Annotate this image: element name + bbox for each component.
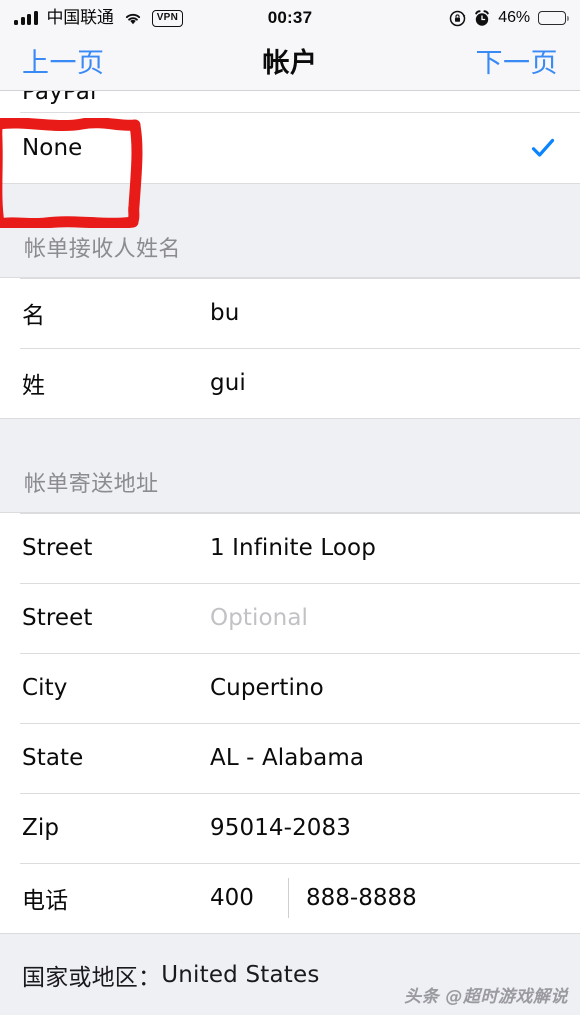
status-bar: 中国联通 VPN 00:37 46% [0, 0, 580, 36]
field-row-first-name[interactable]: 名 bu [0, 278, 580, 348]
field-row-phone[interactable]: 电话 400 888-8888 [0, 863, 580, 933]
rotation-lock-icon [449, 10, 466, 27]
field-label-street-1: Street [22, 535, 93, 561]
section-header-billing-address: 帐单寄送地址 [0, 418, 580, 513]
field-value-state[interactable]: AL - Alabama [210, 745, 364, 771]
next-page-button[interactable]: 下一页 [476, 50, 559, 77]
field-row-city[interactable]: City Cupertino [0, 653, 580, 723]
iphone-screen: 中国联通 VPN 00:37 46% 上一页 帐户 下一页 PayPal Non… [0, 0, 580, 1032]
previous-page-button[interactable]: 上一页 [22, 50, 105, 77]
payment-option-paypal-row[interactable]: PayPal [0, 91, 580, 113]
payment-option-none-row[interactable]: None [0, 113, 580, 183]
field-row-zip[interactable]: Zip 95014-2083 [0, 793, 580, 863]
field-value-street-1[interactable]: 1 Infinite Loop [210, 535, 376, 561]
section-header-billing-name: 帐单接收人姓名 [0, 183, 580, 278]
field-value-first-name[interactable]: bu [210, 300, 239, 326]
battery-percent-label: 46% [498, 9, 530, 26]
field-label-zip: Zip [22, 815, 60, 841]
settings-list[interactable]: PayPal None 帐单接收人姓名 名 bu 姓 gui 帐单寄送地址 St… [0, 91, 580, 1032]
section-header-billing-address-label: 帐单寄送地址 [24, 472, 159, 497]
country-footer: 国家或地区： United States 头条 @超时游戏解说 [0, 933, 580, 1015]
phone-inputs: 400 888-8888 [210, 878, 417, 918]
battery-icon [538, 11, 569, 25]
navigation-bar: 上一页 帐户 下一页 [0, 36, 580, 91]
phone-divider [288, 878, 289, 918]
field-value-phone-number[interactable]: 888-8888 [306, 885, 417, 911]
section-header-billing-name-label: 帐单接收人姓名 [24, 237, 181, 262]
field-value-street-2[interactable]: Optional [210, 605, 308, 631]
status-bar-right: 46% [449, 9, 569, 27]
country-label: 国家或地区： [22, 964, 162, 991]
country-value: United States [161, 961, 320, 988]
field-row-last-name[interactable]: 姓 gui [0, 348, 580, 418]
field-label-last-name: 姓 [22, 373, 46, 399]
field-value-last-name[interactable]: gui [210, 370, 246, 396]
payment-option-paypal-label: PayPal [22, 91, 97, 105]
field-value-phone-country-code[interactable]: 400 [210, 885, 288, 911]
alarm-clock-icon [474, 9, 490, 27]
field-row-street-1[interactable]: Street 1 Infinite Loop [0, 513, 580, 583]
field-row-state[interactable]: State AL - Alabama [0, 723, 580, 793]
field-label-first-name: 名 [22, 303, 46, 329]
field-row-street-2[interactable]: Street Optional [0, 583, 580, 653]
field-label-city: City [22, 675, 68, 701]
payment-option-none-label: None [22, 135, 83, 161]
field-value-zip[interactable]: 95014-2083 [210, 815, 351, 841]
field-label-street-2: Street [22, 605, 93, 631]
watermark-label: 头条 @超时游戏解说 [404, 987, 568, 1007]
field-value-city[interactable]: Cupertino [210, 675, 324, 701]
field-label-state: State [22, 745, 84, 771]
field-label-phone: 电话 [22, 888, 69, 914]
